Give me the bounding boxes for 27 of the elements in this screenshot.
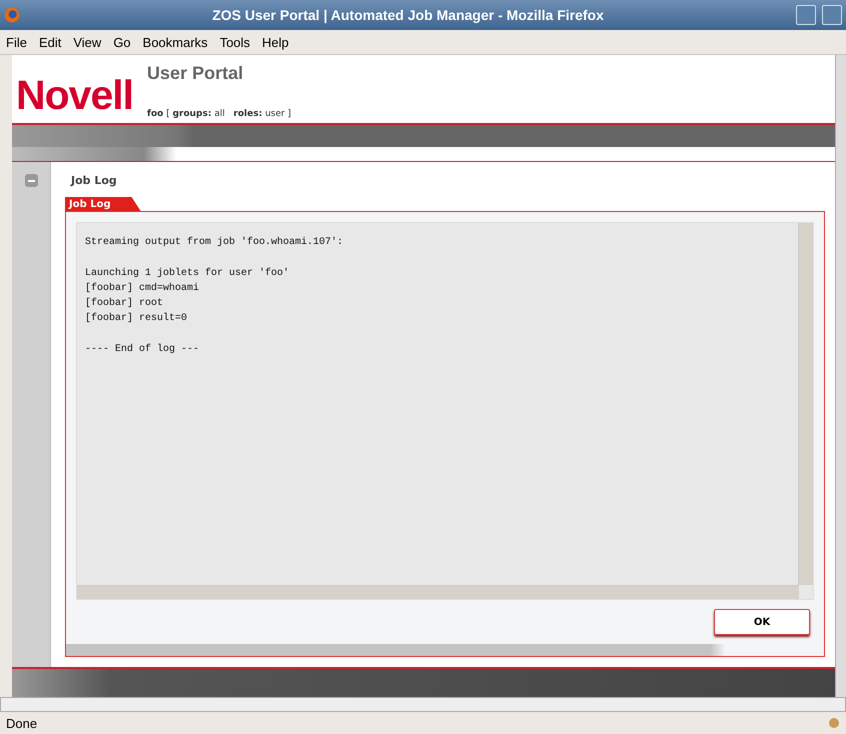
log-line: Streaming output from job 'foo.whoami.107': [85, 236, 344, 250]
browser-logo-icon [4, 7, 20, 23]
menu-item[interactable]: File [6, 34, 27, 50]
window-title: ZOS User Portal | Automated Job Manager - Mozilla Firefox [211, 7, 605, 23]
status-icon [828, 717, 840, 729]
menu-item[interactable]: Edit [38, 34, 62, 50]
log-line: [foobar] root [85, 296, 164, 311]
menu-item[interactable]: Tools [220, 34, 250, 50]
log-line: ---- End of log --- [85, 342, 200, 357]
logo: Novell [16, 75, 134, 120]
portal-title: User Portal [147, 63, 244, 84]
maximize-button[interactable] [822, 5, 842, 25]
menu-item[interactable]: View [73, 34, 102, 50]
minimize-button[interactable] [796, 5, 816, 25]
log-line: Launching 1 joblets for user 'foo' [85, 266, 290, 281]
log-line: [foobar] result=0 [85, 312, 188, 326]
menu-item[interactable]: Bookmarks [142, 34, 208, 50]
tab[interactable]: Job Log [65, 197, 141, 211]
ok-button[interactable]: OK [714, 609, 810, 635]
log-line: [foobar] cmd=whoami [85, 282, 200, 296]
menu-item[interactable]: Help [262, 34, 289, 50]
menu-item[interactable]: Go [113, 34, 131, 50]
section-title: Job Log [71, 174, 118, 187]
status-text: Done [6, 716, 38, 730]
collapse-icon[interactable] [24, 174, 38, 187]
user-info: foo [ groups: all roles: user ] [147, 109, 292, 119]
vertical-scrollbar[interactable] [798, 223, 813, 585]
